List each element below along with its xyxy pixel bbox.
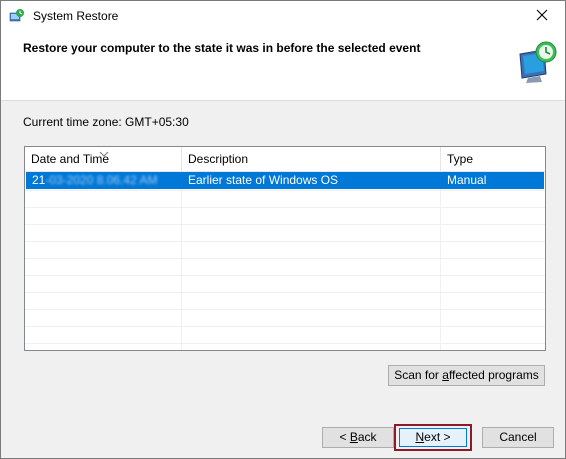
row-gridline [25,343,545,344]
row-gridline [25,309,545,310]
close-icon [536,9,548,24]
row-gridline [25,326,545,327]
column-divider [440,171,441,350]
column-label: Description [188,152,249,166]
table-row[interactable]: 21-03-2020 8.06.42 AM Earlier state of W… [26,172,544,189]
sort-descending-icon [99,147,109,157]
cell-type: Manual [447,173,487,187]
button-label: ext > [424,430,451,444]
row-gridline [25,207,545,208]
cell-date-time: 21-03-2020 8.06.42 AM [26,172,182,189]
button-label: ack [357,430,377,444]
button-label: < [339,430,350,444]
accelerator-key: B [349,430,358,444]
button-label: ffected programs [448,368,539,382]
next-button[interactable]: Next > [399,428,467,447]
close-button[interactable] [519,1,565,32]
system-restore-window: System Restore Restore your computer to … [0,0,566,459]
row-gridline [25,224,545,225]
row-gridline [25,190,545,191]
window-title: System Restore [33,9,119,23]
cell-description: Earlier state of Windows OS [188,173,339,187]
row-gridline [25,275,545,276]
monitor-clock-restore-icon [514,40,560,84]
row-gridline [25,258,545,259]
accelerator-key: N [415,430,425,444]
back-button[interactable]: < Back [322,427,394,448]
row-gridline [25,292,545,293]
system-restore-icon [9,8,25,24]
column-header-type[interactable]: Type [441,147,545,171]
title-bar: System Restore [1,1,565,32]
cancel-button[interactable]: Cancel [482,427,554,448]
row-gridline [25,241,545,242]
timezone-label: Current time zone: GMT+05:30 [23,115,189,129]
button-label: Scan for [394,368,443,382]
date-blurred-text: -03-2020 8.06.42 AM [45,173,158,187]
column-header-description[interactable]: Description [182,147,441,171]
accelerator-key: a [442,368,449,382]
column-label: Type [447,152,474,166]
header-band: Restore your computer to the state it wa… [1,32,565,101]
footer-divider [1,411,565,412]
scan-affected-programs-button[interactable]: Scan for affected programs [388,365,545,386]
restore-points-list[interactable]: Date and Time Description Type 21-03-202… [24,146,546,351]
page-title: Restore your computer to the state it wa… [23,41,421,55]
date-visible-text: 21 [32,173,46,187]
column-divider [181,171,182,350]
column-label: Date and Time [31,152,110,166]
list-header: Date and Time Description Type [25,147,545,172]
